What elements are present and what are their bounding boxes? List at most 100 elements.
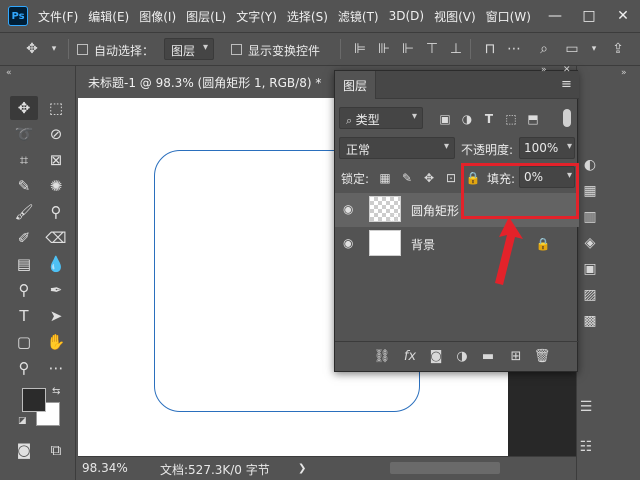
lasso-tool-icon[interactable]: ➰ bbox=[10, 122, 38, 146]
align-middle-icon[interactable]: ⊥ bbox=[446, 39, 466, 59]
collapse-arrows-icon[interactable]: « bbox=[6, 68, 12, 78]
crop-tool-icon[interactable]: ⌗ bbox=[10, 148, 38, 172]
patterns-panel-icon[interactable]: ◈ bbox=[579, 232, 601, 254]
eyedropper-tool-icon[interactable]: ✎ bbox=[10, 174, 38, 198]
quick-select-tool-icon[interactable]: ⊘ bbox=[42, 122, 70, 146]
swatches-panel-icon[interactable]: ▦ bbox=[579, 180, 601, 202]
swap-colors-icon[interactable]: ⇆ bbox=[52, 386, 60, 397]
brush-tool-icon[interactable]: 🖌 bbox=[10, 200, 38, 224]
menu-view[interactable]: 视图(V) bbox=[434, 8, 476, 25]
adjustments-panel-icon[interactable]: ☷ bbox=[575, 436, 597, 458]
link-layers-icon[interactable]: ⛓ bbox=[373, 348, 391, 366]
color-panel-icon[interactable]: ◐ bbox=[579, 154, 601, 176]
move-tool-icon[interactable]: ✥ bbox=[22, 39, 42, 59]
layer-name[interactable]: 背景 bbox=[411, 236, 435, 253]
shape-tool-icon[interactable]: ▢ bbox=[10, 330, 38, 354]
menu-filter[interactable]: 滤镜(T) bbox=[338, 8, 379, 25]
menu-layer[interactable]: 图层(L) bbox=[186, 8, 226, 25]
add-mask-icon[interactable]: ◙ bbox=[427, 348, 445, 366]
delete-layer-icon[interactable]: 🗑 bbox=[533, 348, 551, 366]
pen-tool-icon[interactable]: ✒ bbox=[42, 278, 70, 302]
layer-style-icon[interactable]: fx bbox=[401, 348, 419, 366]
blur-tool-icon[interactable]: 💧 bbox=[42, 252, 70, 276]
filter-toggle[interactable] bbox=[563, 109, 571, 127]
lock-image-icon[interactable]: ✎ bbox=[399, 170, 415, 186]
adjustment-layer-icon[interactable]: ◑ bbox=[453, 348, 471, 366]
layer-row[interactable]: ◉ 背景 🔒 bbox=[335, 227, 579, 261]
workspace-arrow-icon[interactable]: ▾ bbox=[584, 39, 604, 59]
collapse-panel-icon[interactable]: » bbox=[541, 65, 547, 75]
close-button[interactable]: ✕ bbox=[606, 8, 640, 24]
quick-mask-icon[interactable]: ◙ bbox=[10, 438, 38, 462]
align-right-icon[interactable]: ⊩ bbox=[398, 39, 418, 59]
marquee-tool-icon[interactable]: ⬚ bbox=[42, 96, 70, 120]
search-icon[interactable]: ⌕ bbox=[534, 39, 554, 59]
lock-artboard-icon[interactable]: ⊡ bbox=[443, 170, 459, 186]
new-layer-icon[interactable]: ⊞ bbox=[507, 348, 525, 366]
blend-mode-dropdown[interactable]: 正常 ▾ bbox=[339, 137, 455, 159]
tab-layers[interactable]: 图层 bbox=[335, 71, 377, 99]
move-tool-icon[interactable]: ✥ bbox=[10, 96, 38, 120]
opacity-field[interactable]: 100% ▾ bbox=[519, 137, 575, 159]
zoom-level[interactable]: 98.34% bbox=[82, 461, 128, 475]
zoom-tool-icon[interactable]: ⚲ bbox=[10, 356, 38, 380]
smart-object-filter-icon[interactable]: ⬒ bbox=[525, 111, 541, 127]
menu-3d[interactable]: 3D(D) bbox=[389, 9, 424, 23]
dodge-tool-icon[interactable]: ⚲ bbox=[10, 278, 38, 302]
shape-filter-icon[interactable]: ⬚ bbox=[503, 111, 519, 127]
path-select-tool-icon[interactable]: ➤ bbox=[42, 304, 70, 328]
foreground-color-swatch[interactable] bbox=[22, 388, 46, 412]
clone-stamp-icon[interactable]: ⚲ bbox=[42, 200, 70, 224]
screen-mode-icon[interactable]: ⧉ bbox=[42, 438, 70, 462]
paths-panel-icon[interactable]: ▩ bbox=[579, 310, 601, 332]
default-colors-icon[interactable]: ◪ bbox=[18, 416, 27, 426]
layer-name[interactable]: 圆角矩形 bbox=[411, 202, 459, 219]
auto-select-checkbox[interactable] bbox=[77, 44, 88, 55]
menu-type[interactable]: 文字(Y) bbox=[236, 8, 277, 25]
menu-edit[interactable]: 编辑(E) bbox=[88, 8, 129, 25]
auto-select-dropdown[interactable]: 图层 ▾ bbox=[164, 38, 214, 60]
lock-position-icon[interactable]: ✥ bbox=[421, 170, 437, 186]
adjustment-filter-icon[interactable]: ◑ bbox=[459, 111, 475, 127]
menu-select[interactable]: 选择(S) bbox=[287, 8, 328, 25]
menu-image[interactable]: 图像(I) bbox=[139, 8, 176, 25]
horizontal-scrollbar[interactable] bbox=[390, 462, 500, 474]
tool-preset-arrow-icon[interactable]: ▾ bbox=[44, 39, 64, 59]
expand-panels-icon[interactable]: » bbox=[621, 68, 627, 78]
show-transform-checkbox[interactable] bbox=[231, 44, 242, 55]
hand-tool-icon[interactable]: ✋ bbox=[42, 330, 70, 354]
share-icon[interactable]: ⇪ bbox=[608, 39, 628, 59]
align-left-icon[interactable]: ⊫ bbox=[350, 39, 370, 59]
healing-brush-icon[interactable]: ✺ bbox=[42, 174, 70, 198]
distribute-icon[interactable]: ⊓ bbox=[480, 39, 500, 59]
type-tool-icon[interactable]: T bbox=[10, 304, 38, 328]
panel-menu-icon[interactable]: ≡ bbox=[561, 77, 572, 92]
menu-file[interactable]: 文件(F) bbox=[38, 8, 78, 25]
properties-panel-icon[interactable]: ☰ bbox=[575, 396, 597, 418]
channels-panel-icon[interactable]: ▨ bbox=[579, 284, 601, 306]
styles-panel-icon[interactable]: ▣ bbox=[579, 258, 601, 280]
visibility-eye-icon[interactable]: ◉ bbox=[343, 202, 357, 216]
type-filter-icon[interactable]: T bbox=[481, 111, 497, 127]
gradient-tool-icon[interactable]: ▤ bbox=[10, 252, 38, 276]
more-align-icon[interactable]: ⋯ bbox=[504, 39, 524, 59]
frame-tool-icon[interactable]: ⊠ bbox=[42, 148, 70, 172]
lock-transparent-icon[interactable]: ▦ bbox=[377, 170, 393, 186]
menu-window[interactable]: 窗口(W) bbox=[486, 8, 531, 25]
workspace-icon[interactable]: ▭ bbox=[562, 39, 582, 59]
minimize-button[interactable]: — bbox=[538, 8, 572, 24]
align-top-icon[interactable]: ⊤ bbox=[422, 39, 442, 59]
history-brush-icon[interactable]: ✐ bbox=[10, 226, 38, 250]
gradients-panel-icon[interactable]: ▥ bbox=[579, 206, 601, 228]
new-group-icon[interactable]: ▬ bbox=[479, 348, 497, 366]
maximize-button[interactable]: □ bbox=[572, 8, 606, 24]
document-tab[interactable]: 未标题-1 @ 98.3% (圆角矩形 1, RGB/8) * bbox=[80, 68, 335, 96]
visibility-eye-icon[interactable]: ◉ bbox=[343, 236, 357, 250]
pixel-filter-icon[interactable]: ▣ bbox=[437, 111, 453, 127]
status-menu-arrow-icon[interactable]: ❯ bbox=[298, 463, 306, 474]
close-panel-icon[interactable]: ✕ bbox=[563, 65, 571, 75]
eraser-tool-icon[interactable]: ⌫ bbox=[42, 226, 70, 250]
more-tools-icon[interactable]: ⋯ bbox=[42, 356, 70, 380]
align-center-icon[interactable]: ⊪ bbox=[374, 39, 394, 59]
filter-kind-dropdown[interactable]: ⌕ 类型 ▾ bbox=[339, 107, 423, 129]
